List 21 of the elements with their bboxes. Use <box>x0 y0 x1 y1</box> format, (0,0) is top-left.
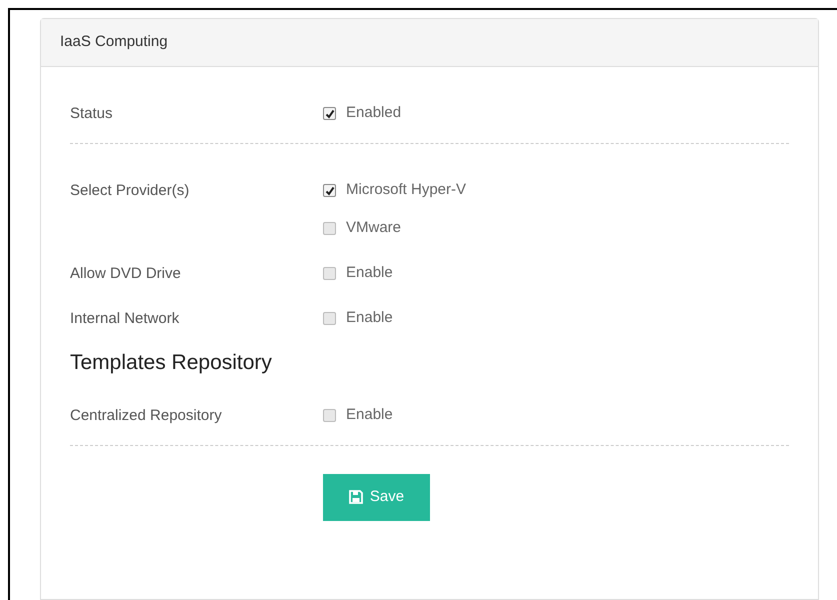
field-label: Status <box>70 104 114 124</box>
option-label: Microsoft Hyper-V <box>346 180 466 200</box>
checkbox[interactable] <box>323 312 336 325</box>
option-label: Enabled <box>346 103 402 124</box>
field-label: Allow DVD Drive <box>70 264 182 284</box>
field-label: Centralized Repository <box>70 406 223 426</box>
panel-title: IaaS Computing <box>60 32 168 52</box>
checkbox[interactable] <box>323 107 336 120</box>
option-label: Enable <box>346 263 393 284</box>
save-icon <box>348 490 363 504</box>
section-heading: Templates Repository <box>70 351 272 374</box>
checkbox[interactable] <box>323 184 336 197</box>
option-label: VMware <box>346 218 402 238</box>
save-button[interactable]: Save <box>323 474 430 520</box>
option-label: Enable <box>346 404 393 425</box>
option-label: Enable <box>346 308 393 328</box>
checkbox[interactable] <box>323 408 336 422</box>
field-label: Internal Network <box>70 309 180 329</box>
field-label: Select Provider(s) <box>70 181 190 201</box>
checkbox[interactable] <box>323 222 336 235</box>
checkbox[interactable] <box>323 267 336 280</box>
